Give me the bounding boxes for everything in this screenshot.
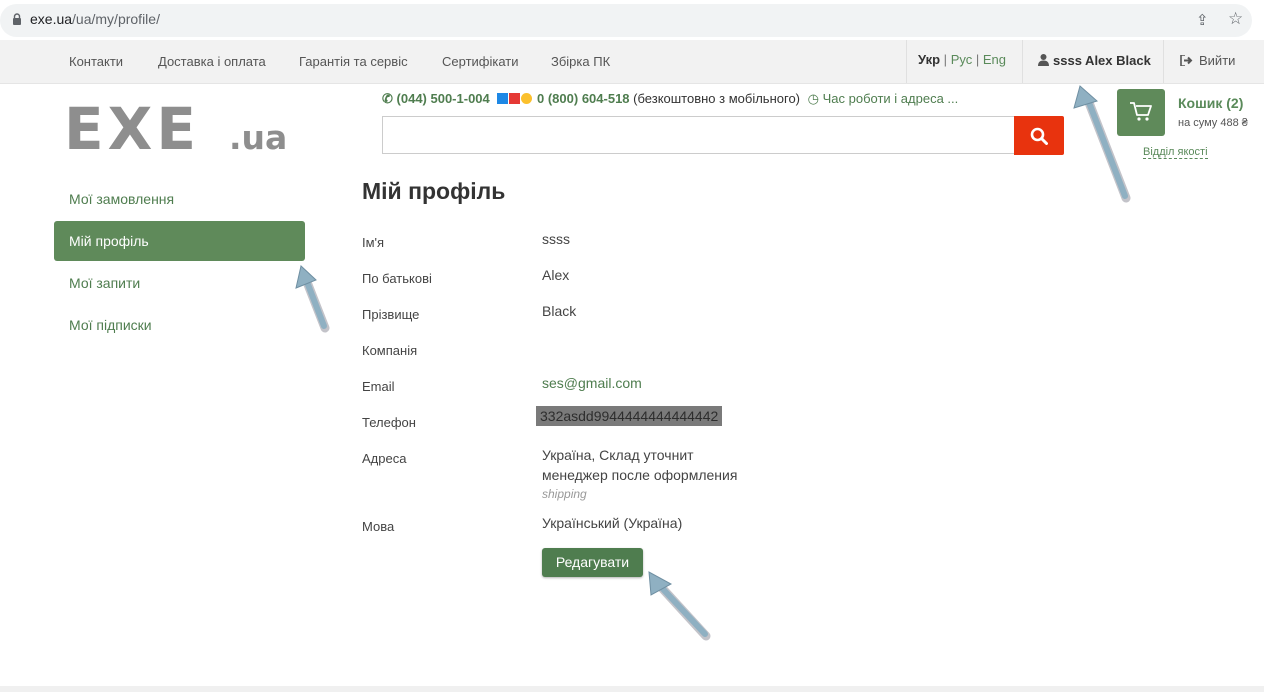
arrow-to-edit <box>648 571 711 641</box>
url-host: exe.ua <box>30 11 73 27</box>
label-last-name: Прізвище <box>362 307 420 322</box>
value-phone: 332asdd9944444444444442 <box>536 406 723 426</box>
logout-icon <box>1180 54 1193 67</box>
address-line-2: менеджер после оформления <box>542 467 738 483</box>
vodafone-icon <box>509 93 521 104</box>
lifecell-icon <box>521 93 533 104</box>
sidebar-item-profile[interactable]: Мій профіль <box>69 233 149 249</box>
address-line-1: Україна, Склад уточнит <box>542 447 694 463</box>
search-input[interactable] <box>383 117 1014 153</box>
nav-link-contacts[interactable]: Контакти <box>69 54 123 69</box>
contact-phones: ✆ (044) 500-1-004 0 (800) 604-518 (безко… <box>382 91 958 107</box>
value-email[interactable]: ses@gmail.com <box>542 375 642 391</box>
exe-ua-logo: EXE .ua <box>64 95 287 163</box>
lang-separator: | <box>975 52 980 67</box>
bookmark-star-icon[interactable]: ☆ <box>1228 9 1243 29</box>
phone-2[interactable]: 0 (800) 604-518 <box>537 91 630 106</box>
phone-2-note: (безкоштовно з мобільного) <box>633 91 801 106</box>
browser-address-bar: exe.ua/ua/my/profile/ ⇪ ☆ <box>0 0 1264 40</box>
cart-button[interactable] <box>1117 89 1165 136</box>
logo-main: EXE <box>64 101 200 153</box>
arrow-to-profile <box>295 265 330 333</box>
value-last-name: Black <box>542 303 577 319</box>
lang-eng[interactable]: Eng <box>983 52 1006 67</box>
divider <box>1163 40 1164 83</box>
lang-separator: | <box>943 52 948 67</box>
page-title: Мій профіль <box>362 178 506 204</box>
operator-icons <box>497 91 537 106</box>
cart-sum: на суму 488 ₴ <box>1178 117 1248 129</box>
nav-link-pc-build[interactable]: Збірка ПК <box>551 54 610 69</box>
lang-ukr[interactable]: Укр <box>918 52 940 67</box>
search-button[interactable] <box>1014 116 1064 155</box>
url-path: /ua/my/profile/ <box>72 11 160 27</box>
user-account-link[interactable]: ssss Alex Black <box>1038 53 1151 68</box>
lock-icon <box>13 13 21 25</box>
language-switcher: Укр | Рус | Eng <box>918 52 1006 67</box>
label-address: Адреса <box>362 451 407 466</box>
logout-label: Вийти <box>1199 53 1236 68</box>
label-first-name: Ім'я <box>362 235 385 250</box>
address-note: shipping <box>542 487 587 501</box>
hours-link[interactable]: Час роботи і адреса ... <box>823 91 959 106</box>
top-navigation: Контакти Доставка і оплата Гарантія та с… <box>0 40 1264 84</box>
lang-rus[interactable]: Рус <box>951 52 973 67</box>
search-box <box>382 116 1014 154</box>
phone-1[interactable]: (044) 500-1-004 <box>397 91 490 106</box>
value-patronymic: Alex <box>542 267 570 283</box>
sidebar-item-orders[interactable]: Мої замовлення <box>69 191 174 207</box>
nav-link-certificates[interactable]: Сертифікати <box>442 54 519 69</box>
label-language: Мова <box>362 519 395 534</box>
kyivstar-icon <box>497 93 509 104</box>
sidebar-item-requests[interactable]: Мої запити <box>69 275 140 291</box>
value-first-name: ssss <box>542 231 570 247</box>
url-field[interactable] <box>0 4 1252 37</box>
label-patronymic: По батькові <box>362 271 432 286</box>
clock-icon: ◷ <box>807 91 819 106</box>
edit-profile-button[interactable]: Редагувати <box>542 548 643 577</box>
share-icon[interactable]: ⇪ <box>1196 11 1209 29</box>
value-language: Український (Україна) <box>542 515 683 531</box>
cart-icon <box>1130 102 1152 121</box>
label-email: Email <box>362 379 395 394</box>
label-phone: Телефон <box>362 415 416 430</box>
label-company: Компанія <box>362 343 418 358</box>
search-icon <box>1030 127 1048 145</box>
user-icon <box>1038 54 1049 66</box>
logo-suffix: .ua <box>229 118 287 153</box>
sidebar-item-subscriptions[interactable]: Мої підписки <box>69 317 152 333</box>
phone-icon: ✆ <box>382 91 393 106</box>
user-name: ssss Alex Black <box>1053 53 1151 68</box>
nav-link-delivery[interactable]: Доставка і оплата <box>158 54 266 69</box>
cart-title[interactable]: Кошик (2) <box>1178 95 1243 111</box>
logout-link[interactable]: Вийти <box>1180 53 1235 68</box>
value-address: Україна, Склад уточнит менеджер после оф… <box>542 445 737 485</box>
footer-divider <box>0 686 1264 692</box>
url-text[interactable]: exe.ua/ua/my/profile/ <box>30 11 160 27</box>
nav-link-warranty[interactable]: Гарантія та сервіс <box>299 54 408 69</box>
divider <box>1022 40 1023 83</box>
site-logo[interactable]: EXE .ua <box>64 95 310 163</box>
quality-department-link[interactable]: Відділ якості <box>1143 146 1208 159</box>
divider <box>906 40 907 83</box>
